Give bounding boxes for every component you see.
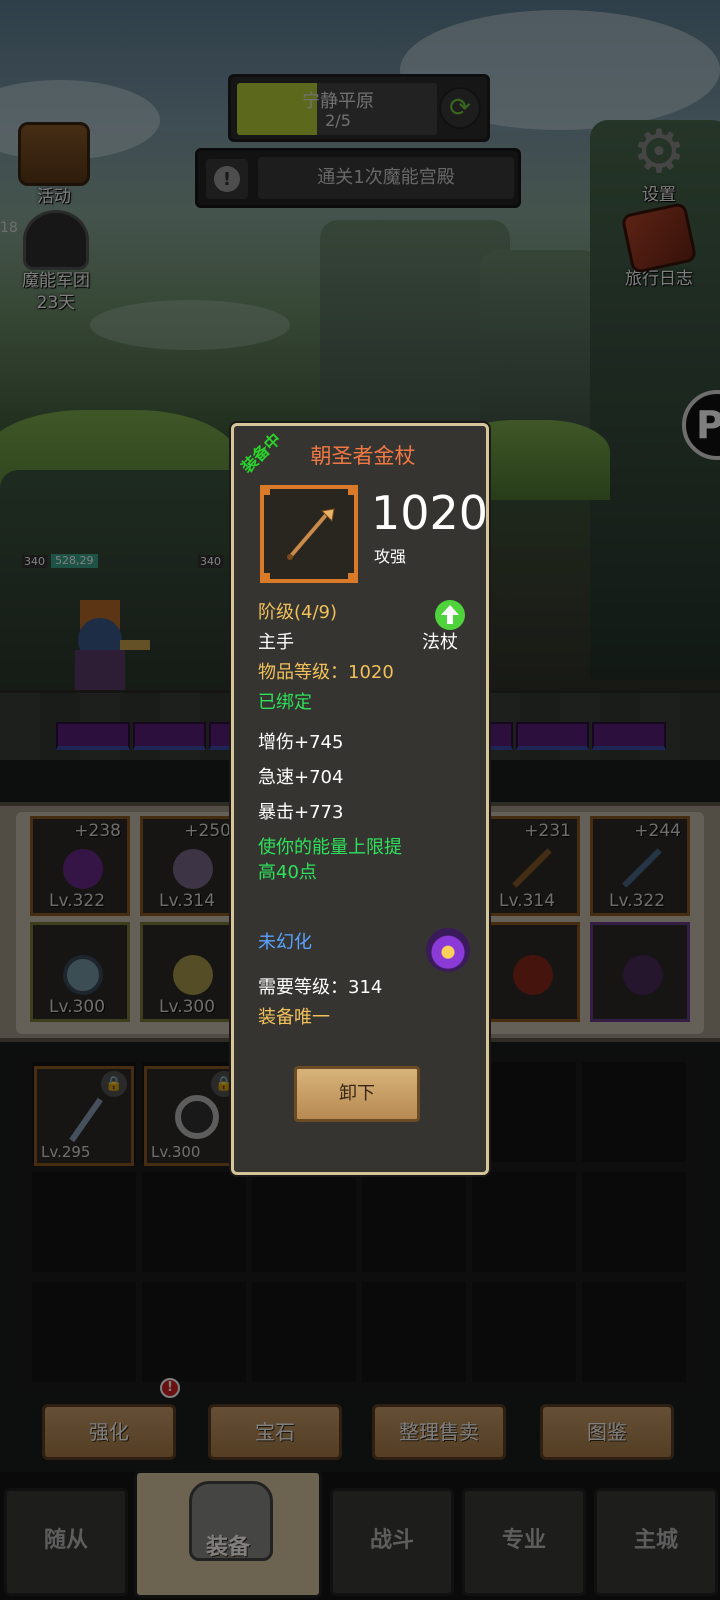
unequip-button[interactable]: 卸下 (294, 1066, 420, 1122)
item-effect: 使你的能量上限提 (258, 837, 402, 858)
stat-line: 增伤+745 (258, 732, 344, 753)
item-icon-frame (260, 485, 358, 583)
item-slot: 主手 (258, 632, 294, 653)
item-power: 1020 (371, 486, 489, 540)
stat-line: 急速+704 (258, 767, 344, 788)
bound-status: 已绑定 (258, 692, 312, 713)
illusion-status: 未幻化 (258, 932, 312, 953)
item-effect: 高40点 (258, 862, 317, 883)
staff-icon (287, 508, 335, 560)
upgrade-arrow-icon[interactable] (435, 600, 465, 630)
weapon-type: 法杖 (422, 632, 458, 653)
item-level-text: 物品等级：1020 (258, 662, 394, 683)
required-level: 需要等级：314 (258, 977, 383, 998)
item-power-label: 攻强 (374, 547, 407, 566)
item-tier: 阶级(4/9) (258, 602, 338, 623)
item-tooltip: 装备中 朝圣者金杖 1020 攻强 阶级(4/9) 主手 法杖 物品等级：102… (231, 423, 489, 1175)
stat-line: 暴击+773 (258, 802, 344, 823)
item-name: 朝圣者金杖 (310, 444, 416, 468)
illusion-orb-icon[interactable] (426, 928, 470, 972)
unique-tag: 装备唯一 (258, 1007, 330, 1028)
